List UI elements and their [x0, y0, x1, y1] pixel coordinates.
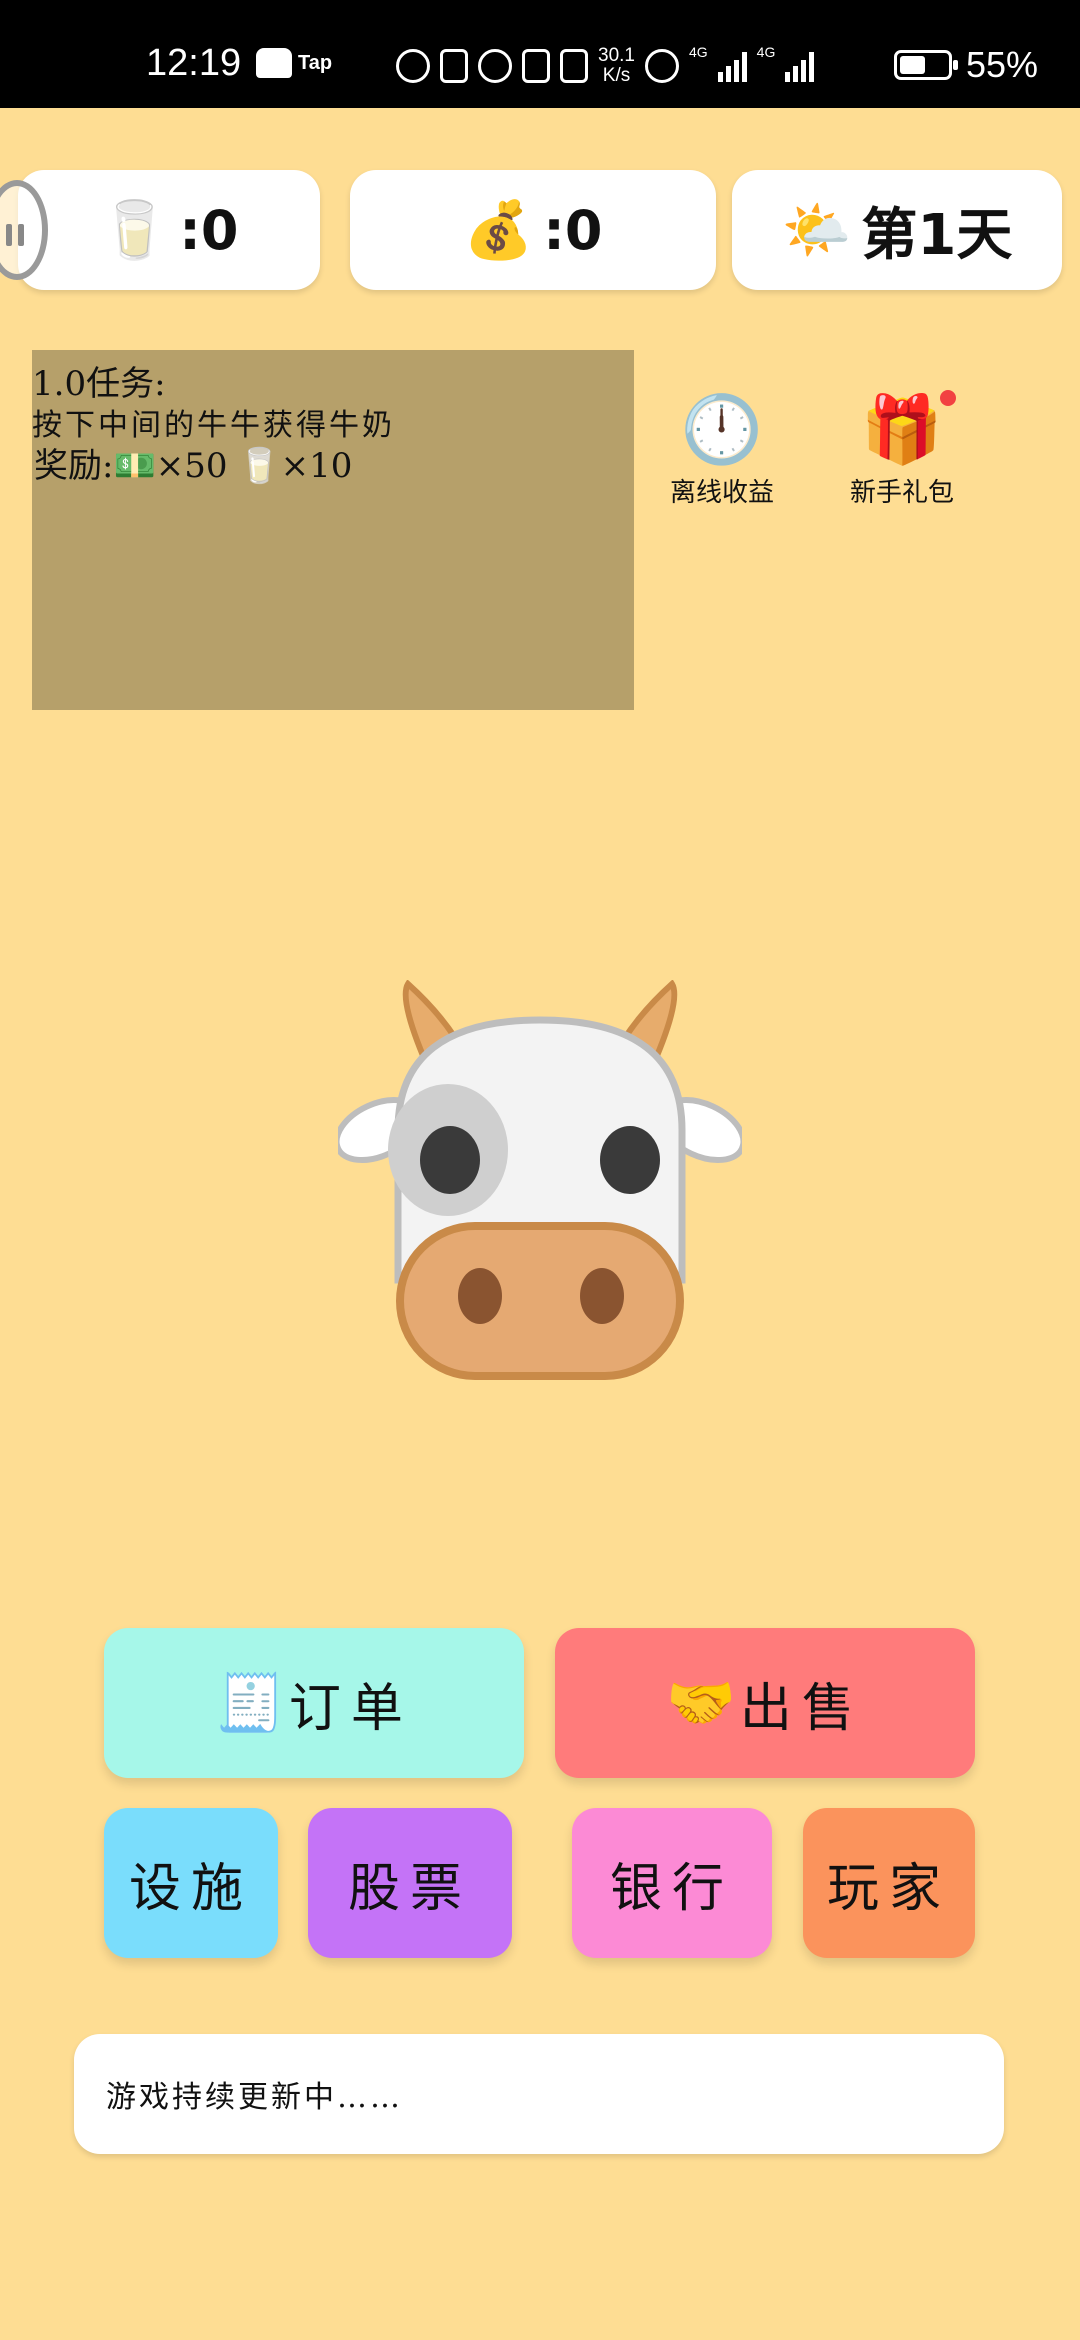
- milk-glass-icon: 🥛: [99, 198, 170, 263]
- weather-sun-cloud-icon: 🌤️: [781, 198, 852, 263]
- wifi-icon: [644, 49, 679, 83]
- status-bar: 12:19 Tap 30.1 K/s 4G 4G 55%: [0, 0, 1080, 108]
- receipt-icon: 🧾: [215, 1671, 285, 1736]
- offline-earnings-label: 离线收益: [669, 478, 774, 508]
- taptap-icon: [256, 48, 292, 78]
- taptap-label: Tap: [298, 51, 333, 74]
- battery-icon: [894, 50, 958, 80]
- bluetooth-icon: [522, 49, 550, 83]
- day-counter: 🌤️ 第1天: [732, 170, 1062, 290]
- handshake-icon: 🤝: [666, 1671, 736, 1736]
- status-time: 12:19: [146, 42, 242, 84]
- milk-counter: 🥛 :0: [18, 170, 320, 290]
- task-title: 1.0任务:: [32, 364, 166, 404]
- update-notice: 游戏持续更新中……: [74, 2034, 1004, 2154]
- milk-count: :0: [179, 198, 239, 262]
- money-count: :0: [543, 198, 603, 262]
- net-speed: 30.1 K/s: [598, 45, 635, 86]
- battery-fill: [900, 56, 925, 74]
- gift-icon: 🎁: [860, 391, 944, 468]
- facilities-button[interactable]: 设施: [104, 1808, 278, 1958]
- newbie-gift-button[interactable]: 🎁 新手礼包: [822, 390, 982, 509]
- bank-button[interactable]: 银行: [572, 1808, 772, 1958]
- alarm-icon: [478, 49, 512, 83]
- sell-label: 出售: [739, 1678, 864, 1739]
- vibrate-icon: [560, 49, 588, 83]
- status-icons: 30.1 K/s 4G 4G: [396, 44, 815, 88]
- newbie-gift-label: 新手礼包: [849, 478, 954, 508]
- network-type-1: 4G: [688, 44, 708, 60]
- signal-icon-2: [785, 50, 815, 82]
- money-counter: 💰 :0: [350, 170, 716, 290]
- players-button[interactable]: 玩家: [803, 1808, 975, 1958]
- order-button[interactable]: 🧾 订单: [104, 1628, 524, 1778]
- notification-dot: [940, 390, 956, 406]
- eye-icon: [396, 49, 430, 83]
- day-label: 第1天: [861, 202, 1013, 268]
- clock-icon: 🕛: [680, 391, 764, 468]
- task-reward: 奖励:💵×50 🥛×10: [34, 446, 353, 486]
- cow-face-graphic: [333, 979, 747, 1380]
- offline-earnings-button[interactable]: 🕛 离线收益: [642, 390, 802, 509]
- money-bag-icon: 💰: [463, 198, 534, 263]
- signal-icon-1: [717, 50, 747, 82]
- update-notice-text: 游戏持续更新中……: [106, 2080, 403, 2115]
- network-type-2: 4G: [756, 44, 776, 60]
- nfc-icon: [440, 49, 468, 83]
- taptap-notification: Tap: [256, 48, 332, 78]
- task-panel: 1.0任务: 按下中间的牛牛获得牛奶 奖励:💵×50 🥛×10: [32, 350, 634, 710]
- order-label: 订单: [288, 1678, 413, 1739]
- battery-percent: 55%: [966, 44, 1039, 85]
- stocks-button[interactable]: 股票: [308, 1808, 512, 1958]
- cow-face-icon[interactable]: [333, 979, 747, 1384]
- sell-button[interactable]: 🤝 出售: [555, 1628, 975, 1778]
